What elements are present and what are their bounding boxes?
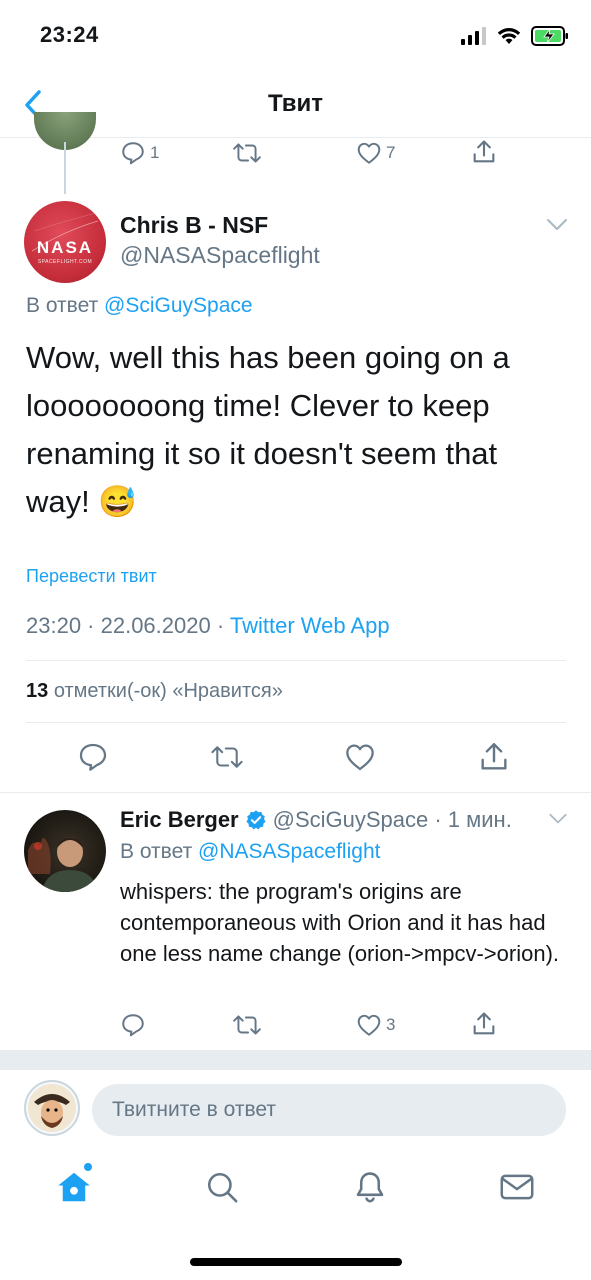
author-handle[interactable]: @NASASpaceflight: [120, 242, 320, 269]
avatar[interactable]: [24, 810, 106, 892]
bell-icon: [356, 1172, 384, 1203]
section-separator: [0, 1050, 591, 1070]
retweet-icon: [233, 143, 261, 163]
prev-share-button[interactable]: [470, 138, 498, 166]
tab-home[interactable]: [52, 1165, 96, 1209]
retweet-icon: [233, 1015, 261, 1035]
prev-retweet-button[interactable]: [232, 140, 262, 166]
wifi-icon: [497, 28, 521, 44]
divider: [26, 722, 566, 723]
tweet-meta: 23:20 · 22.06.2020 · Twitter Web App: [26, 613, 390, 639]
heart-icon: [346, 744, 374, 771]
signal-icon: [461, 27, 486, 45]
tab-search[interactable]: [200, 1165, 244, 1209]
share-icon: [473, 1012, 495, 1035]
tab-notifications[interactable]: [348, 1165, 392, 1209]
prev-reply-count: 1: [150, 143, 160, 162]
chevron-down-icon: [547, 219, 567, 230]
reply-to-link[interactable]: @SciGuySpace: [104, 294, 253, 317]
person-photo-icon: [28, 837, 98, 892]
my-avatar[interactable]: [24, 1080, 80, 1136]
status-icons: [461, 24, 569, 48]
share-button[interactable]: [477, 740, 511, 774]
source-link[interactable]: Twitter Web App: [230, 613, 390, 638]
reply-to-link[interactable]: @NASASpaceflight: [198, 840, 380, 863]
share-icon: [473, 140, 495, 163]
svg-text:SPACEFLIGHT.COM: SPACEFLIGHT.COM: [38, 259, 92, 265]
reply-reply-button[interactable]: [120, 1012, 146, 1038]
mail-icon: [500, 1174, 534, 1200]
like-button[interactable]: [343, 740, 377, 774]
tweet-text: whispers: the program's origins are cont…: [120, 879, 560, 966]
battery-charging-icon: [531, 26, 568, 46]
search-icon: [207, 1172, 238, 1203]
heart-icon: [357, 142, 381, 164]
chevron-down-icon: [549, 813, 567, 824]
nasa-logo-icon: NASA SPACEFLIGHT.COM: [31, 212, 99, 265]
reply-input[interactable]: Твитните в ответ: [92, 1084, 566, 1136]
emoji-sweat-smile: 😅: [98, 484, 137, 519]
home-indicator[interactable]: [190, 1258, 402, 1266]
reply-retweet-button[interactable]: [232, 1012, 262, 1038]
reply-icon: [122, 142, 144, 165]
prev-like-count: 7: [386, 143, 396, 162]
divider: [26, 660, 566, 661]
prev-reply-button[interactable]: 1: [120, 140, 159, 166]
reply-like-button[interactable]: 3: [356, 1012, 395, 1038]
reply-context: В ответ @SciGuySpace: [26, 294, 253, 318]
retweet-button[interactable]: [210, 740, 244, 774]
likes-label: отметки(-ок) «Нравится»: [53, 680, 283, 702]
author-handle-time[interactable]: @SciGuySpace · 1 мин.: [273, 807, 512, 833]
reply-input-placeholder: Твитните в ответ: [112, 1098, 276, 1121]
retweet-icon: [211, 746, 243, 768]
reply-icon: [122, 1014, 144, 1037]
home-notification-dot: [84, 1163, 92, 1171]
pirate-avatar-icon: [28, 1084, 76, 1132]
reply-context: В ответ @NASASpaceflight: [120, 840, 380, 864]
reply-share-button[interactable]: [470, 1010, 498, 1038]
author-name[interactable]: Chris B - NSF: [120, 212, 268, 239]
tab-messages[interactable]: [495, 1165, 539, 1209]
author-name[interactable]: Eric Berger: [120, 807, 239, 833]
reply-prefix: В ответ: [26, 294, 99, 317]
tweet-menu-button[interactable]: [546, 218, 568, 237]
home-icon: [58, 1172, 90, 1202]
share-icon: [481, 743, 507, 770]
svg-text:NASA: NASA: [37, 238, 93, 257]
tweet-menu-button[interactable]: [548, 812, 568, 830]
heart-icon: [357, 1014, 381, 1036]
timestamp: 23:20 · 22.06.2020 ·: [26, 613, 230, 638]
thread-line: [64, 142, 66, 194]
likes-summary[interactable]: 13 отметки(-ок) «Нравится»: [26, 680, 283, 703]
reply-header: Eric Berger @SciGuySpace · 1 мин.: [120, 807, 512, 833]
likes-count: 13: [26, 680, 49, 702]
translate-link[interactable]: Перевести твит: [26, 566, 157, 587]
divider: [0, 792, 591, 793]
status-time: 23:24: [40, 22, 99, 47]
verified-badge-icon: [246, 810, 266, 830]
tweet-text: Wow, well this has been going on a loooo…: [26, 334, 566, 526]
reply-like-count: 3: [386, 1015, 396, 1034]
avatar[interactable]: NASA SPACEFLIGHT.COM: [24, 201, 106, 283]
reply-icon: [79, 743, 107, 771]
reply-prefix: В ответ: [120, 840, 193, 863]
prev-like-button[interactable]: 7: [356, 140, 395, 166]
reply-button[interactable]: [76, 740, 110, 774]
